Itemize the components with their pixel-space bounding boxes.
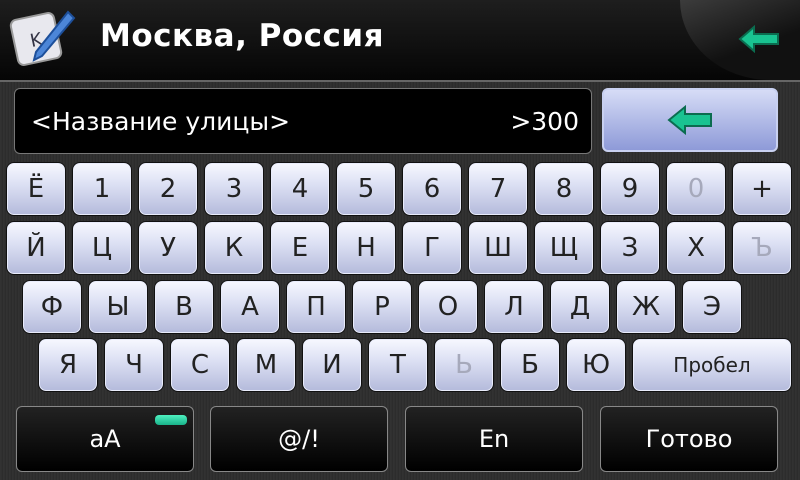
key[interactable]: Д (550, 280, 610, 334)
done-button[interactable]: Готово (600, 406, 778, 472)
backspace-button[interactable] (602, 88, 778, 152)
key[interactable]: З (600, 221, 660, 275)
case-toggle-label: aA (89, 425, 121, 453)
key[interactable]: Ю (566, 338, 626, 392)
key[interactable]: 4 (270, 162, 330, 216)
key[interactable]: + (732, 162, 792, 216)
key[interactable]: Н (336, 221, 396, 275)
key-disabled: Ь (434, 338, 494, 392)
green-back-arrow-icon (738, 25, 779, 53)
key[interactable]: 3 (204, 162, 264, 216)
key[interactable]: 7 (468, 162, 528, 216)
key[interactable]: 5 (336, 162, 396, 216)
keyboard-pen-icon: K (8, 6, 78, 76)
done-label: Готово (645, 425, 733, 453)
key[interactable]: Щ (534, 221, 594, 275)
key[interactable]: 2 (138, 162, 198, 216)
page-title: Москва, Россия (100, 18, 385, 54)
key[interactable]: Ш (468, 221, 528, 275)
key[interactable]: Л (484, 280, 544, 334)
key[interactable]: Ч (104, 338, 164, 392)
key[interactable]: П (286, 280, 346, 334)
key[interactable]: 6 (402, 162, 462, 216)
header-bar: K Москва, Россия (0, 0, 800, 82)
key[interactable]: Э (682, 280, 742, 334)
symbols-label: @/! (278, 425, 320, 453)
key[interactable]: 8 (534, 162, 594, 216)
key[interactable]: О (418, 280, 478, 334)
symbols-button[interactable]: @/! (210, 406, 388, 472)
key[interactable]: 1 (72, 162, 132, 216)
key[interactable]: Р (352, 280, 412, 334)
key[interactable]: М (236, 338, 296, 392)
key[interactable]: Я (38, 338, 98, 392)
key[interactable]: Ф (22, 280, 82, 334)
case-toggle-button[interactable]: aA (16, 406, 194, 472)
street-name-input[interactable]: <Название улицы> >300 (14, 88, 592, 154)
key[interactable]: Й (6, 221, 66, 275)
language-button[interactable]: En (405, 406, 583, 472)
language-label: En (478, 425, 510, 453)
key[interactable]: К (204, 221, 264, 275)
key[interactable]: Б (500, 338, 560, 392)
key-disabled: Ъ (732, 221, 792, 275)
key[interactable]: Г (402, 221, 462, 275)
back-button[interactable] (736, 20, 782, 58)
key[interactable]: Ц (72, 221, 132, 275)
key[interactable]: Х (666, 221, 726, 275)
key-disabled: 0 (666, 162, 726, 216)
key[interactable]: Ж (616, 280, 676, 334)
key[interactable]: И (302, 338, 362, 392)
input-value: <Название улицы> (31, 107, 291, 136)
space-key[interactable]: Пробел (632, 338, 792, 392)
key[interactable]: В (154, 280, 214, 334)
key[interactable]: Е (270, 221, 330, 275)
green-back-arrow-icon (667, 105, 712, 135)
key[interactable]: Т (368, 338, 428, 392)
key[interactable]: 9 (600, 162, 660, 216)
key[interactable]: С (170, 338, 230, 392)
result-count: >300 (510, 107, 579, 136)
key[interactable]: Ы (88, 280, 148, 334)
key[interactable]: У (138, 221, 198, 275)
key[interactable]: А (220, 280, 280, 334)
key[interactable]: Ё (6, 162, 66, 216)
case-indicator (155, 415, 187, 425)
